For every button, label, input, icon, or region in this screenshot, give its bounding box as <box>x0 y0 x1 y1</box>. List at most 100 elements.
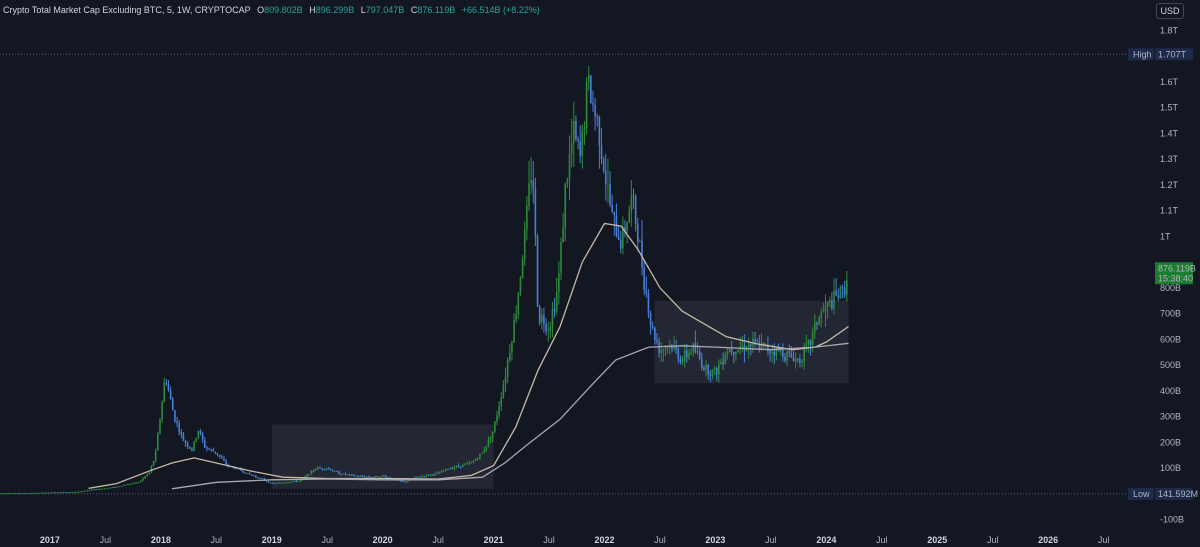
y-tick-label: 100B <box>1160 463 1181 473</box>
candle-body <box>660 350 663 353</box>
candle-body <box>3 493 6 495</box>
candle-body <box>713 367 716 370</box>
candle-body <box>308 474 311 476</box>
symbol-legend[interactable]: Crypto Total Market Cap Excluding BTC, 5… <box>3 4 544 18</box>
candle-body <box>56 492 59 494</box>
candle-body <box>101 488 104 490</box>
candle-body <box>536 235 539 307</box>
candle-body <box>538 306 541 323</box>
time-axis[interactable]: 2017 Jul 2018 Jul 2019 Jul 2020 Jul 2021 Jul 2022 J… <box>40 535 1109 545</box>
candle-body <box>502 384 505 398</box>
candle-body <box>295 480 298 482</box>
candle-body <box>178 423 180 432</box>
candle-body <box>82 491 84 493</box>
candle-body <box>709 374 712 376</box>
candle-body <box>703 367 705 370</box>
candle-body <box>745 349 748 352</box>
candle-body <box>93 489 95 491</box>
symbol-title[interactable]: Crypto Total Market Cap Excluding BTC, 5… <box>3 5 251 15</box>
candle-body <box>415 476 417 478</box>
candle-body <box>376 476 379 478</box>
candle-body <box>201 433 204 440</box>
candle-body <box>86 490 89 492</box>
candle-body <box>131 483 134 485</box>
candle-body <box>216 453 219 455</box>
candle-body <box>470 462 473 464</box>
candle-body <box>331 470 334 472</box>
candle-body <box>664 348 667 351</box>
candle-body <box>833 290 835 309</box>
chart-container[interactable]: -100B 100B 200B 300B 400B 500B 600B 700B 800B 1T 1… <box>0 0 1200 547</box>
candle-body <box>346 474 349 476</box>
candle-body <box>29 492 31 494</box>
x-tick-label: Jul <box>211 535 223 545</box>
candle-body <box>150 466 153 473</box>
candle-body <box>110 487 112 489</box>
candle-body <box>11 493 14 495</box>
candle-body <box>694 343 697 352</box>
x-tick-label: Jul <box>1098 535 1110 545</box>
candle-body <box>771 351 773 353</box>
candle-body <box>342 473 345 475</box>
candle-body <box>494 421 496 432</box>
candle-body <box>540 315 543 323</box>
candle-body <box>293 480 296 482</box>
candle-body <box>75 491 78 493</box>
candle-body <box>466 463 468 465</box>
candle-body <box>165 382 168 384</box>
candle-body <box>515 314 517 321</box>
candle-body <box>174 410 176 422</box>
currency-button[interactable]: USD <box>1156 3 1184 19</box>
candle-body <box>20 493 23 495</box>
candle-body <box>696 351 699 353</box>
candle-body <box>186 443 189 447</box>
candle-body <box>7 493 10 495</box>
candle-body <box>551 309 554 327</box>
x-tick-label: Jul <box>543 535 555 545</box>
candle-body <box>253 475 255 477</box>
candle-body <box>809 340 812 346</box>
price-chart[interactable]: -100B 100B 200B 300B 400B 500B 600B 700B 800B 1T 1… <box>0 0 1200 547</box>
candle-body <box>406 481 409 483</box>
candle-body <box>33 492 35 494</box>
candle-body <box>366 476 368 478</box>
candle-body <box>613 211 616 216</box>
candle-body <box>598 117 601 146</box>
candle-body <box>506 360 509 377</box>
candle-body <box>442 470 445 472</box>
candle-body <box>357 475 360 477</box>
candle-body <box>24 492 27 494</box>
candle-body <box>199 430 202 434</box>
y-tick-label: 300B <box>1160 412 1181 422</box>
candle-body <box>112 486 114 488</box>
candle-body <box>65 492 67 494</box>
candle-body <box>334 471 336 473</box>
candle-body <box>491 431 494 439</box>
candle-body <box>451 468 454 470</box>
candle-body <box>459 466 462 468</box>
candle-body <box>137 482 140 484</box>
change-value: +66.514B (+8.22%) <box>461 5 540 15</box>
candle-body <box>180 431 183 434</box>
candle-body <box>474 459 477 461</box>
x-tick-label: 2026 <box>1038 535 1058 545</box>
candle-body <box>468 462 471 464</box>
x-tick-label: Jul <box>987 535 999 545</box>
candle-body <box>353 474 355 476</box>
candle-body <box>487 439 490 446</box>
candle-body <box>630 195 633 212</box>
candle-body <box>645 289 648 294</box>
candle-body <box>626 222 628 232</box>
low-label: L <box>360 5 366 15</box>
x-tick-label: 2025 <box>927 535 947 545</box>
candle-body <box>203 439 206 448</box>
candle-body <box>37 492 40 494</box>
candle-body <box>67 492 70 494</box>
candle-body <box>839 287 842 298</box>
candle-body <box>818 317 820 325</box>
candle-body <box>611 204 613 212</box>
candle-body <box>792 356 795 362</box>
candle-body <box>720 361 722 365</box>
candle-body <box>820 312 823 318</box>
candle-body <box>500 397 503 406</box>
